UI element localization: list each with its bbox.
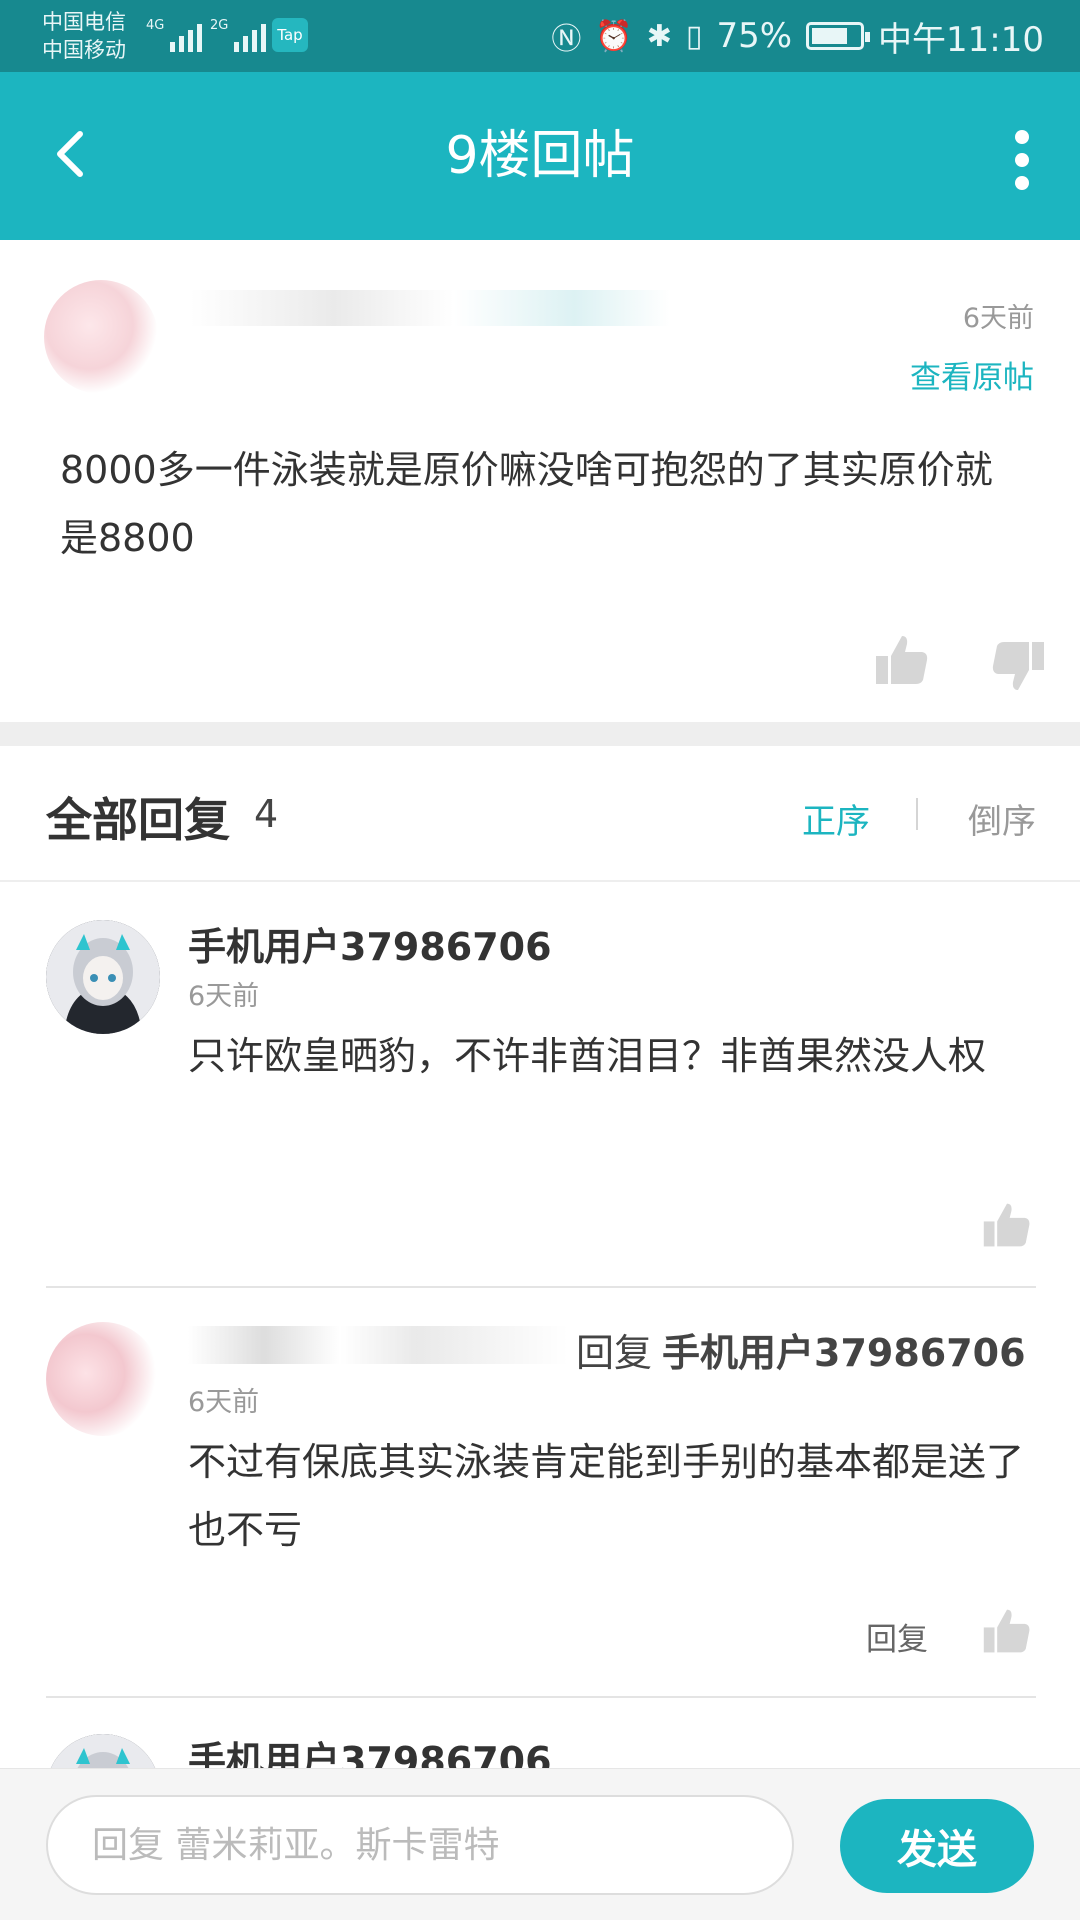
thumbs-up-icon[interactable]: [982, 1200, 1038, 1256]
replies-count: 4: [254, 792, 279, 836]
sort-descending-button[interactable]: 倒序: [968, 794, 1036, 843]
reply-to-verb: 回复: [576, 1331, 653, 1375]
reply-item: 手机用户37986706 6天前 只许欧皇晒豹，不许非酋泪目？非酋果然没人权: [0, 882, 1080, 1286]
post-time: 6天前: [962, 303, 1034, 334]
more-vertical-icon[interactable]: [1010, 130, 1034, 190]
original-post: 6天前 查看原帖 8000多一件泳装就是原价嘛没啥可抱怨的了其实原价就是8800: [0, 240, 1080, 722]
avatar[interactable]: [46, 1734, 160, 1768]
signal-icon-2: 2G: [210, 18, 267, 52]
tap-app-icon: Tap: [272, 18, 308, 52]
avatar[interactable]: [46, 1322, 160, 1436]
reply-item: 回复 手机用户37986706 6天前 不过有保底其实泳装肯定能到手别的基本都是送…: [0, 1288, 1080, 1696]
page-title: 9楼回帖: [445, 126, 635, 186]
network-type-1: 4G: [146, 18, 165, 33]
thumbs-down-icon[interactable]: [990, 638, 1046, 694]
app-header: 9楼回帖: [0, 72, 1080, 240]
reply-author-name-redacted: [188, 1326, 568, 1364]
thumbs-up-icon[interactable]: [982, 1606, 1038, 1662]
reply-time: 6天前: [188, 1387, 260, 1418]
replies-title: 全部回复: [46, 793, 230, 847]
reply-input[interactable]: [46, 1795, 794, 1895]
reply-author-name[interactable]: 手机用户37986706: [188, 916, 552, 971]
reply-to-target[interactable]: 手机用户37986706: [662, 1331, 1026, 1375]
sort-ascending-button[interactable]: 正序: [802, 794, 870, 843]
reply-input-bar: 发送: [0, 1768, 1080, 1920]
bluetooth-icon: ✱: [646, 18, 672, 54]
nfc-icon: Ⓝ: [551, 22, 582, 57]
alarm-icon: ⏰: [595, 18, 633, 54]
reply-author-name[interactable]: 手机用户37986706: [188, 1730, 552, 1768]
view-original-link[interactable]: 查看原帖: [910, 352, 1034, 397]
thumbs-up-icon[interactable]: [874, 632, 930, 688]
reply-time: 6天前: [188, 981, 260, 1012]
status-right-group: Ⓝ ⏰ ✱ ▯ 75% 中午11:10: [551, 0, 1044, 72]
clock: 中午11:10: [878, 19, 1044, 60]
replies-header: 全部回复 4 正序 倒序: [0, 746, 1080, 882]
section-separator: [0, 722, 1080, 746]
reply-to-label: 回复 手机用户37986706: [576, 1322, 1026, 1377]
sort-divider: [916, 798, 918, 830]
network-type-2: 2G: [210, 18, 229, 33]
avatar[interactable]: [46, 920, 160, 1034]
reply-content: 只许欧皇晒豹，不许非酋泪目？非酋果然没人权: [188, 1034, 987, 1078]
post-author-avatar[interactable]: [44, 280, 158, 394]
post-author-name-redacted: [190, 290, 670, 326]
carrier-info: 中国电信 中国移动: [42, 8, 126, 64]
carrier-1: 中国电信: [42, 10, 126, 34]
battery-fill: [812, 28, 848, 44]
signal-icon-1: 4G: [146, 18, 203, 52]
reply-button[interactable]: 回复: [866, 1614, 928, 1659]
carrier-2: 中国移动: [42, 38, 126, 62]
battery-percent: 75%: [716, 16, 793, 56]
battery-icon: [806, 22, 871, 50]
status-bar: 中国电信 中国移动 4G 2G Tap Ⓝ ⏰ ✱ ▯ 75% 中午11:10: [0, 0, 1080, 72]
reply-item: 手机用户37986706: [0, 1698, 1080, 1768]
post-content: 8000多一件泳装就是原价嘛没啥可抱怨的了其实原价就是8800: [60, 448, 993, 560]
reply-content: 不过有保底其实泳装肯定能到手别的基本都是送了也不亏: [188, 1440, 1025, 1552]
vibrate-icon: ▯: [685, 18, 703, 54]
send-button[interactable]: 发送: [840, 1799, 1034, 1893]
